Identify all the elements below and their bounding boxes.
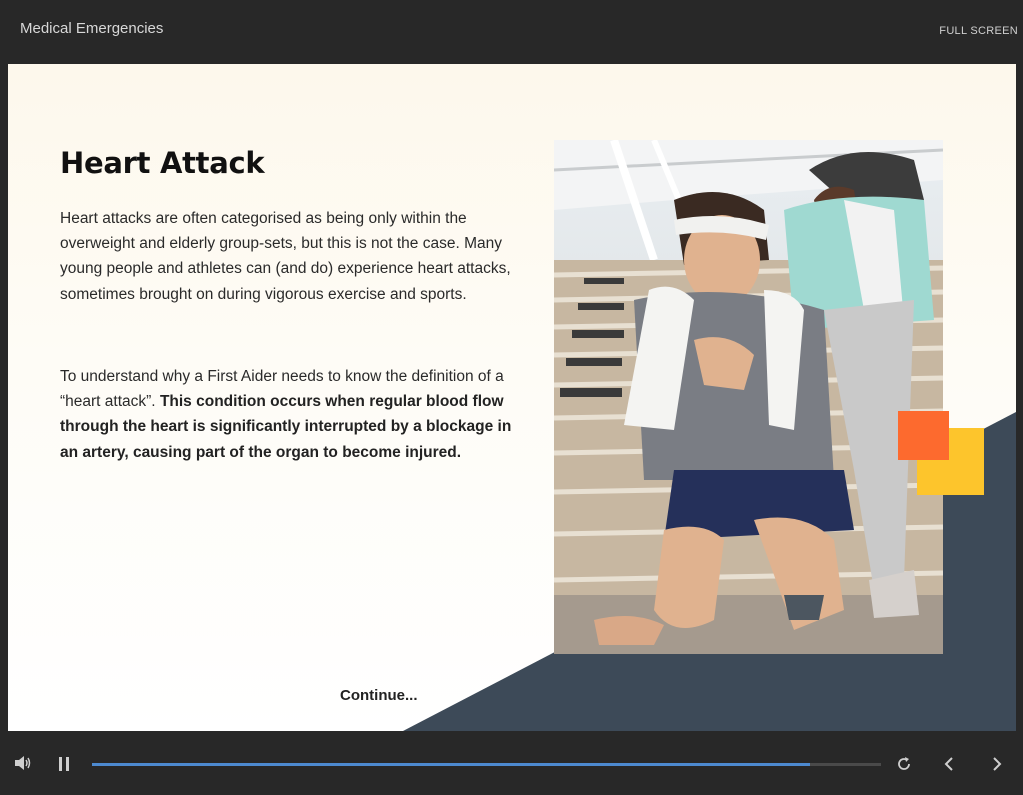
progress-fill: [92, 763, 810, 766]
chevron-left-icon[interactable]: [942, 756, 956, 777]
replay-icon[interactable]: [896, 756, 912, 777]
slide-heading: Heart Attack: [60, 146, 265, 180]
paragraph-definition: To understand why a First Aider needs to…: [60, 364, 530, 465]
progress-bar[interactable]: [92, 763, 881, 766]
top-bar: Medical Emergencies FULL SCREEN: [0, 0, 1023, 64]
paragraph-intro: Heart attacks are often categorised as b…: [60, 210, 511, 303]
decorative-orange-square-front: [898, 411, 949, 460]
chevron-right-icon[interactable]: [990, 756, 1004, 777]
player-controls: [0, 731, 1023, 795]
continue-button[interactable]: Continue...: [340, 687, 418, 704]
volume-icon[interactable]: [14, 755, 32, 776]
pause-icon[interactable]: [58, 757, 70, 776]
course-title: Medical Emergencies: [20, 20, 164, 37]
slide-content: Heart Attack Heart attacks are often cat…: [8, 64, 1016, 731]
heart-attack-photo: [554, 140, 943, 654]
fullscreen-button[interactable]: FULL SCREEN: [939, 25, 1018, 37]
photo-woman-chest-pain-icon: [554, 140, 943, 654]
